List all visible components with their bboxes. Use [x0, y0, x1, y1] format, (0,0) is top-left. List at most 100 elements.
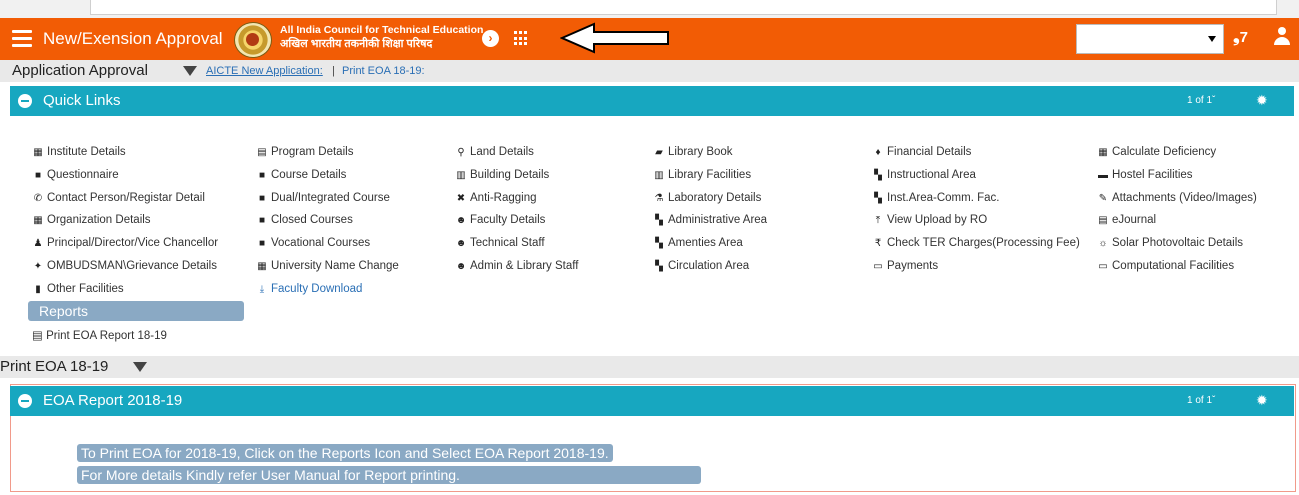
quick-link-item[interactable]: ■ Course Details: [256, 169, 399, 192]
browser-toolbar: [0, 0, 1299, 19]
quick-link-item[interactable]: ■ Closed Courses: [256, 214, 399, 237]
chevron-circle-right-icon[interactable]: ›: [482, 30, 499, 47]
id-card-icon: ▦: [33, 215, 43, 227]
quick-link-item[interactable]: ■ Vocational Courses: [256, 237, 399, 260]
quick-link-label: Institute Details: [47, 146, 126, 158]
quick-link-item[interactable]: ▤ Program Details: [256, 146, 399, 169]
quick-link-label: Course Details: [271, 168, 347, 181]
quick-link-item[interactable]: ▚ Amenties Area: [653, 237, 767, 260]
quick-links-column-3: ⚲ Land Details ▥ Building Details ✖ Anti-Ragg…: [455, 146, 579, 283]
library-icon: ▥: [654, 169, 664, 181]
quick-link-item[interactable]: ■ Questionnaire: [32, 169, 218, 192]
quick-link-label: Faculty Download: [271, 282, 363, 295]
quick-link-item[interactable]: ☻ Technical Staff: [455, 237, 578, 260]
file-icon: ▤: [1098, 215, 1108, 227]
quick-link-item[interactable]: ✆ Contact Person/Registar Detail: [32, 192, 218, 215]
notification-button[interactable]: ❟7: [1233, 27, 1248, 47]
book-icon: ■: [258, 215, 266, 227]
breadcrumb-aicte-new-application[interactable]: AICTE New Application:: [206, 65, 323, 77]
quick-link-label: Amenties Area: [668, 237, 743, 250]
gear-icon[interactable]: ✹: [1256, 392, 1268, 409]
quick-link-item[interactable]: ▦ University Name Change: [256, 260, 399, 283]
quick-link-item[interactable]: ⤒ View Upload by RO: [872, 214, 1080, 237]
quick-link-item[interactable]: ☻ Admin & Library Staff: [455, 259, 579, 283]
money-bag-icon: ♦: [875, 147, 881, 158]
door-icon: ▮: [35, 283, 41, 295]
minus-circle-icon[interactable]: [18, 94, 32, 108]
quick-link-item[interactable]: ♦ Financial Details: [872, 146, 1080, 169]
quick-link-label: OMBUDSMAN\Grievance Details: [47, 259, 217, 272]
quick-link-item[interactable]: ▦ Organization Details: [32, 214, 218, 237]
quick-link-item[interactable]: ⚲ Land Details: [455, 146, 578, 169]
caret-down-icon: [1208, 36, 1216, 42]
header-select[interactable]: [1076, 24, 1224, 54]
quick-link-label: Faculty Details: [470, 214, 546, 227]
quick-link-item[interactable]: ✎ Attachments (Video/Images): [1097, 192, 1257, 215]
users-icon: ☻: [455, 215, 467, 227]
caret-down-icon[interactable]: [183, 66, 197, 76]
quick-links-grid: ▦ Institute Details ■ Questionnaire ✆ Contact…: [32, 146, 1292, 296]
quick-link-item[interactable]: ▥ Building Details: [455, 169, 578, 192]
apps-grid-icon[interactable]: [514, 31, 529, 46]
quick-link-item[interactable]: ₹ Check TER Charges(Processing Fee): [872, 237, 1080, 260]
quick-link-item[interactable]: ▬ Hostel Facilities: [1097, 169, 1257, 192]
sun-icon: ☼: [1098, 238, 1108, 250]
quick-link-item[interactable]: ■ Dual/Integrated Course: [256, 192, 399, 215]
quick-link-item[interactable]: ▰ Library Book: [653, 146, 767, 169]
quick-link-item[interactable]: ▤ eJournal: [1097, 214, 1257, 237]
app-title: New/Exension Approval: [43, 29, 223, 48]
quick-links-title: Quick Links: [43, 92, 121, 109]
map-icon: ▚: [655, 238, 663, 250]
eoa-report-header[interactable]: EOA Report 2018-19 1 of 1ˇ ✹: [10, 386, 1294, 416]
quick-link-label: Anti-Ragging: [470, 191, 537, 204]
quick-link-item[interactable]: ▥ Library Facilities: [653, 169, 767, 192]
quick-link-item[interactable]: ⤓ Faculty Download: [256, 283, 399, 306]
eoa-report-title: EOA Report 2018-19: [43, 392, 183, 409]
user-icon[interactable]: [1273, 26, 1291, 46]
quick-link-label: Contact Person/Registar Detail: [47, 191, 205, 204]
file-icon: ▤: [32, 330, 47, 342]
quick-link-label: Admin & Library Staff: [470, 259, 579, 272]
quick-link-label: Laboratory Details: [668, 191, 762, 204]
quick-link-label: Payments: [887, 259, 939, 272]
hamburger-menu-icon[interactable]: [12, 30, 32, 47]
print-eoa-report-link[interactable]: ▤ Print EOA Report 18-19: [32, 328, 167, 342]
quick-link-item[interactable]: ✦ OMBUDSMAN\Grievance Details: [32, 260, 218, 283]
quick-link-item[interactable]: ▚ Instructional Area: [872, 169, 1080, 192]
building-icon: ▥: [456, 169, 466, 181]
desktop-icon: ▭: [1098, 260, 1108, 272]
quick-links-header[interactable]: Quick Links 1 of 1ˇ ✹: [10, 86, 1294, 116]
quick-links-column-2: ▤ Program Details ■ Course Details ■ Dual/Int…: [256, 146, 399, 306]
quick-link-item[interactable]: ☼ Solar Photovoltaic Details: [1097, 237, 1257, 260]
quick-link-item[interactable]: ▚ Circulation Area: [653, 260, 767, 283]
quick-link-label: Building Details: [470, 168, 550, 181]
caret-down-icon[interactable]: [133, 362, 147, 372]
book-icon: ■: [258, 238, 266, 250]
quick-links-pager[interactable]: 1 of 1ˇ: [1187, 95, 1215, 106]
quick-link-item[interactable]: ▭ Computational Facilities: [1097, 260, 1257, 283]
quick-link-item[interactable]: ▚ Administrative Area: [653, 214, 767, 237]
print-eoa-report-label: Print EOA Report 18-19: [46, 330, 167, 342]
quick-link-item[interactable]: ▦ Calculate Deficiency: [1097, 146, 1257, 169]
quick-link-item[interactable]: ✖ Anti-Ragging: [455, 192, 578, 215]
quick-link-item[interactable]: ▭ Payments: [872, 260, 1080, 283]
reports-button[interactable]: Reports: [28, 301, 244, 321]
minus-circle-icon[interactable]: [18, 394, 32, 408]
eoa-report-pager[interactable]: 1 of 1ˇ: [1187, 395, 1215, 406]
eoa-manual-message: For More details Kindly refer User Manua…: [77, 466, 701, 484]
print-eoa-bar: Print EOA 18-19: [0, 356, 1299, 378]
quick-link-label: Computational Facilities: [1112, 259, 1235, 272]
address-bar[interactable]: [90, 0, 1277, 15]
quick-link-item[interactable]: ☻ Faculty Details: [455, 214, 578, 237]
breadcrumb-current: Print EOA 18-19:: [342, 65, 425, 77]
quick-link-item[interactable]: ▦ Institute Details: [32, 146, 218, 169]
quick-link-label: Organization Details: [47, 214, 151, 227]
quick-link-item[interactable]: ⚗ Laboratory Details: [653, 192, 767, 215]
person-icon: ♟: [33, 238, 43, 250]
book-icon: ■: [258, 169, 266, 181]
print-eoa-title: Print EOA 18-19: [0, 358, 109, 375]
quick-link-item[interactable]: ♟ Principal/Director/Vice Chancellor: [32, 237, 219, 260]
gear-icon[interactable]: ✹: [1256, 92, 1268, 109]
quick-link-item[interactable]: ▚ Inst.Area-Comm. Fac.: [872, 192, 1080, 215]
quick-link-label: Solar Photovoltaic Details: [1112, 237, 1244, 250]
